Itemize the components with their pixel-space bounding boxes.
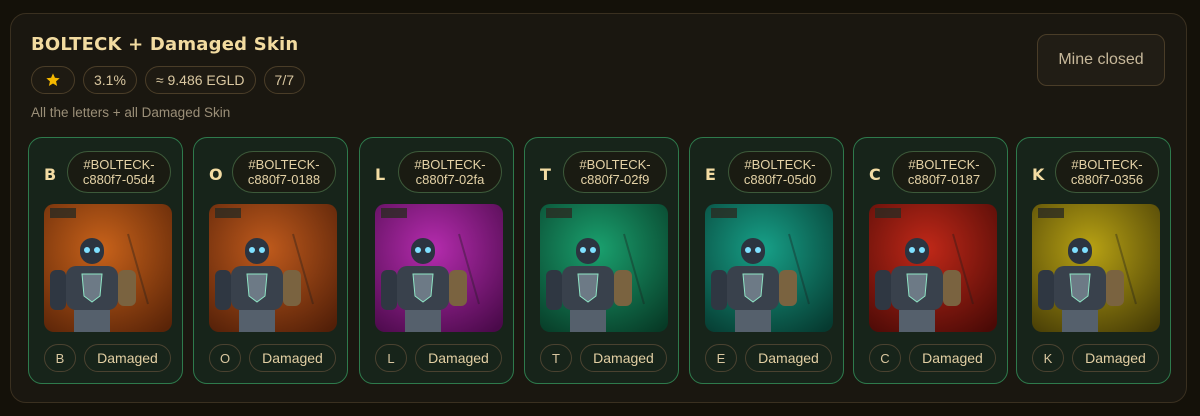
token-id-chip[interactable]: #BOLTECK-c880f7-05d4 xyxy=(67,151,171,193)
collection-chips: 3.1% ≈ 9.486 EGLD 7/7 xyxy=(31,66,306,94)
nft-card[interactable]: E #BOLTECK-c880f7-05d0 E Damaged xyxy=(689,137,844,384)
nft-image[interactable] xyxy=(540,204,668,332)
collection-description: All the letters + all Damaged Skin xyxy=(31,105,231,120)
skin-attribute-chip[interactable]: Damaged xyxy=(1072,344,1159,372)
card-letter: T xyxy=(540,165,551,184)
favorite-chip[interactable] xyxy=(31,66,75,94)
letter-attribute-chip[interactable]: B xyxy=(44,344,76,372)
percent-chip: 3.1% xyxy=(83,66,137,94)
skin-attribute-chip[interactable]: Damaged xyxy=(909,344,996,372)
card-letter: C xyxy=(869,165,881,184)
card-letter: K xyxy=(1032,165,1045,184)
robot-miner-image xyxy=(540,204,668,332)
robot-miner-image xyxy=(869,204,997,332)
letter-attribute-chip[interactable]: T xyxy=(540,344,572,372)
letter-attribute-chip[interactable]: O xyxy=(209,344,241,372)
token-id-chip[interactable]: #BOLTECK-c880f7-02f9 xyxy=(563,151,667,193)
robot-miner-image xyxy=(375,204,503,332)
robot-miner-image xyxy=(209,204,337,332)
skin-attribute-chip[interactable]: Damaged xyxy=(580,344,667,372)
progress-chip: 7/7 xyxy=(263,66,306,94)
nft-image[interactable] xyxy=(209,204,337,332)
skin-attribute-chip[interactable]: Damaged xyxy=(415,344,502,372)
nft-card[interactable]: K #BOLTECK-c880f7-0356 K Damaged xyxy=(1016,137,1171,384)
skin-attribute-chip[interactable]: Damaged xyxy=(745,344,832,372)
star-icon xyxy=(46,73,60,86)
collection-title: BOLTECK + Damaged Skin xyxy=(31,34,299,55)
skin-attribute-chip[interactable]: Damaged xyxy=(84,344,171,372)
robot-miner-image xyxy=(44,204,172,332)
token-id-chip[interactable]: #BOLTECK-c880f7-0356 xyxy=(1055,151,1159,193)
nft-card[interactable]: O #BOLTECK-c880f7-0188 O Damaged xyxy=(193,137,348,384)
nft-image[interactable] xyxy=(705,204,833,332)
price-chip: ≈ 9.486 EGLD xyxy=(144,66,256,94)
nft-image[interactable] xyxy=(1032,204,1160,332)
skin-attribute-chip[interactable]: Damaged xyxy=(249,344,336,372)
card-letter: O xyxy=(209,165,223,184)
letter-attribute-chip[interactable]: C xyxy=(869,344,901,372)
letter-attribute-chip[interactable]: L xyxy=(375,344,407,372)
letter-attribute-chip[interactable]: K xyxy=(1032,344,1064,372)
robot-miner-image xyxy=(1032,204,1160,332)
nft-card[interactable]: B #BOLTECK-c880f7-05d4 B Damaged xyxy=(28,137,183,384)
robot-miner-image xyxy=(705,204,833,332)
token-id-chip[interactable]: #BOLTECK-c880f7-0187 xyxy=(892,151,996,193)
letter-attribute-chip[interactable]: E xyxy=(705,344,737,372)
token-id-chip[interactable]: #BOLTECK-c880f7-0188 xyxy=(232,151,336,193)
card-letter: L xyxy=(375,165,386,184)
nft-image[interactable] xyxy=(44,204,172,332)
token-id-chip[interactable]: #BOLTECK-c880f7-02fa xyxy=(398,151,502,193)
nft-card[interactable]: C #BOLTECK-c880f7-0187 C Damaged xyxy=(853,137,1008,384)
card-letter: B xyxy=(44,165,57,184)
mine-closed-button[interactable]: Mine closed xyxy=(1037,34,1165,86)
token-id-chip[interactable]: #BOLTECK-c880f7-05d0 xyxy=(728,151,832,193)
nft-image[interactable] xyxy=(375,204,503,332)
card-letter: E xyxy=(705,165,716,184)
nft-card[interactable]: L #BOLTECK-c880f7-02fa L Damaged xyxy=(359,137,514,384)
nft-card[interactable]: T #BOLTECK-c880f7-02f9 T Damaged xyxy=(524,137,679,384)
nft-image[interactable] xyxy=(869,204,997,332)
collection-panel: BOLTECK + Damaged Skin 3.1% ≈ 9.486 EGLD… xyxy=(10,13,1187,403)
